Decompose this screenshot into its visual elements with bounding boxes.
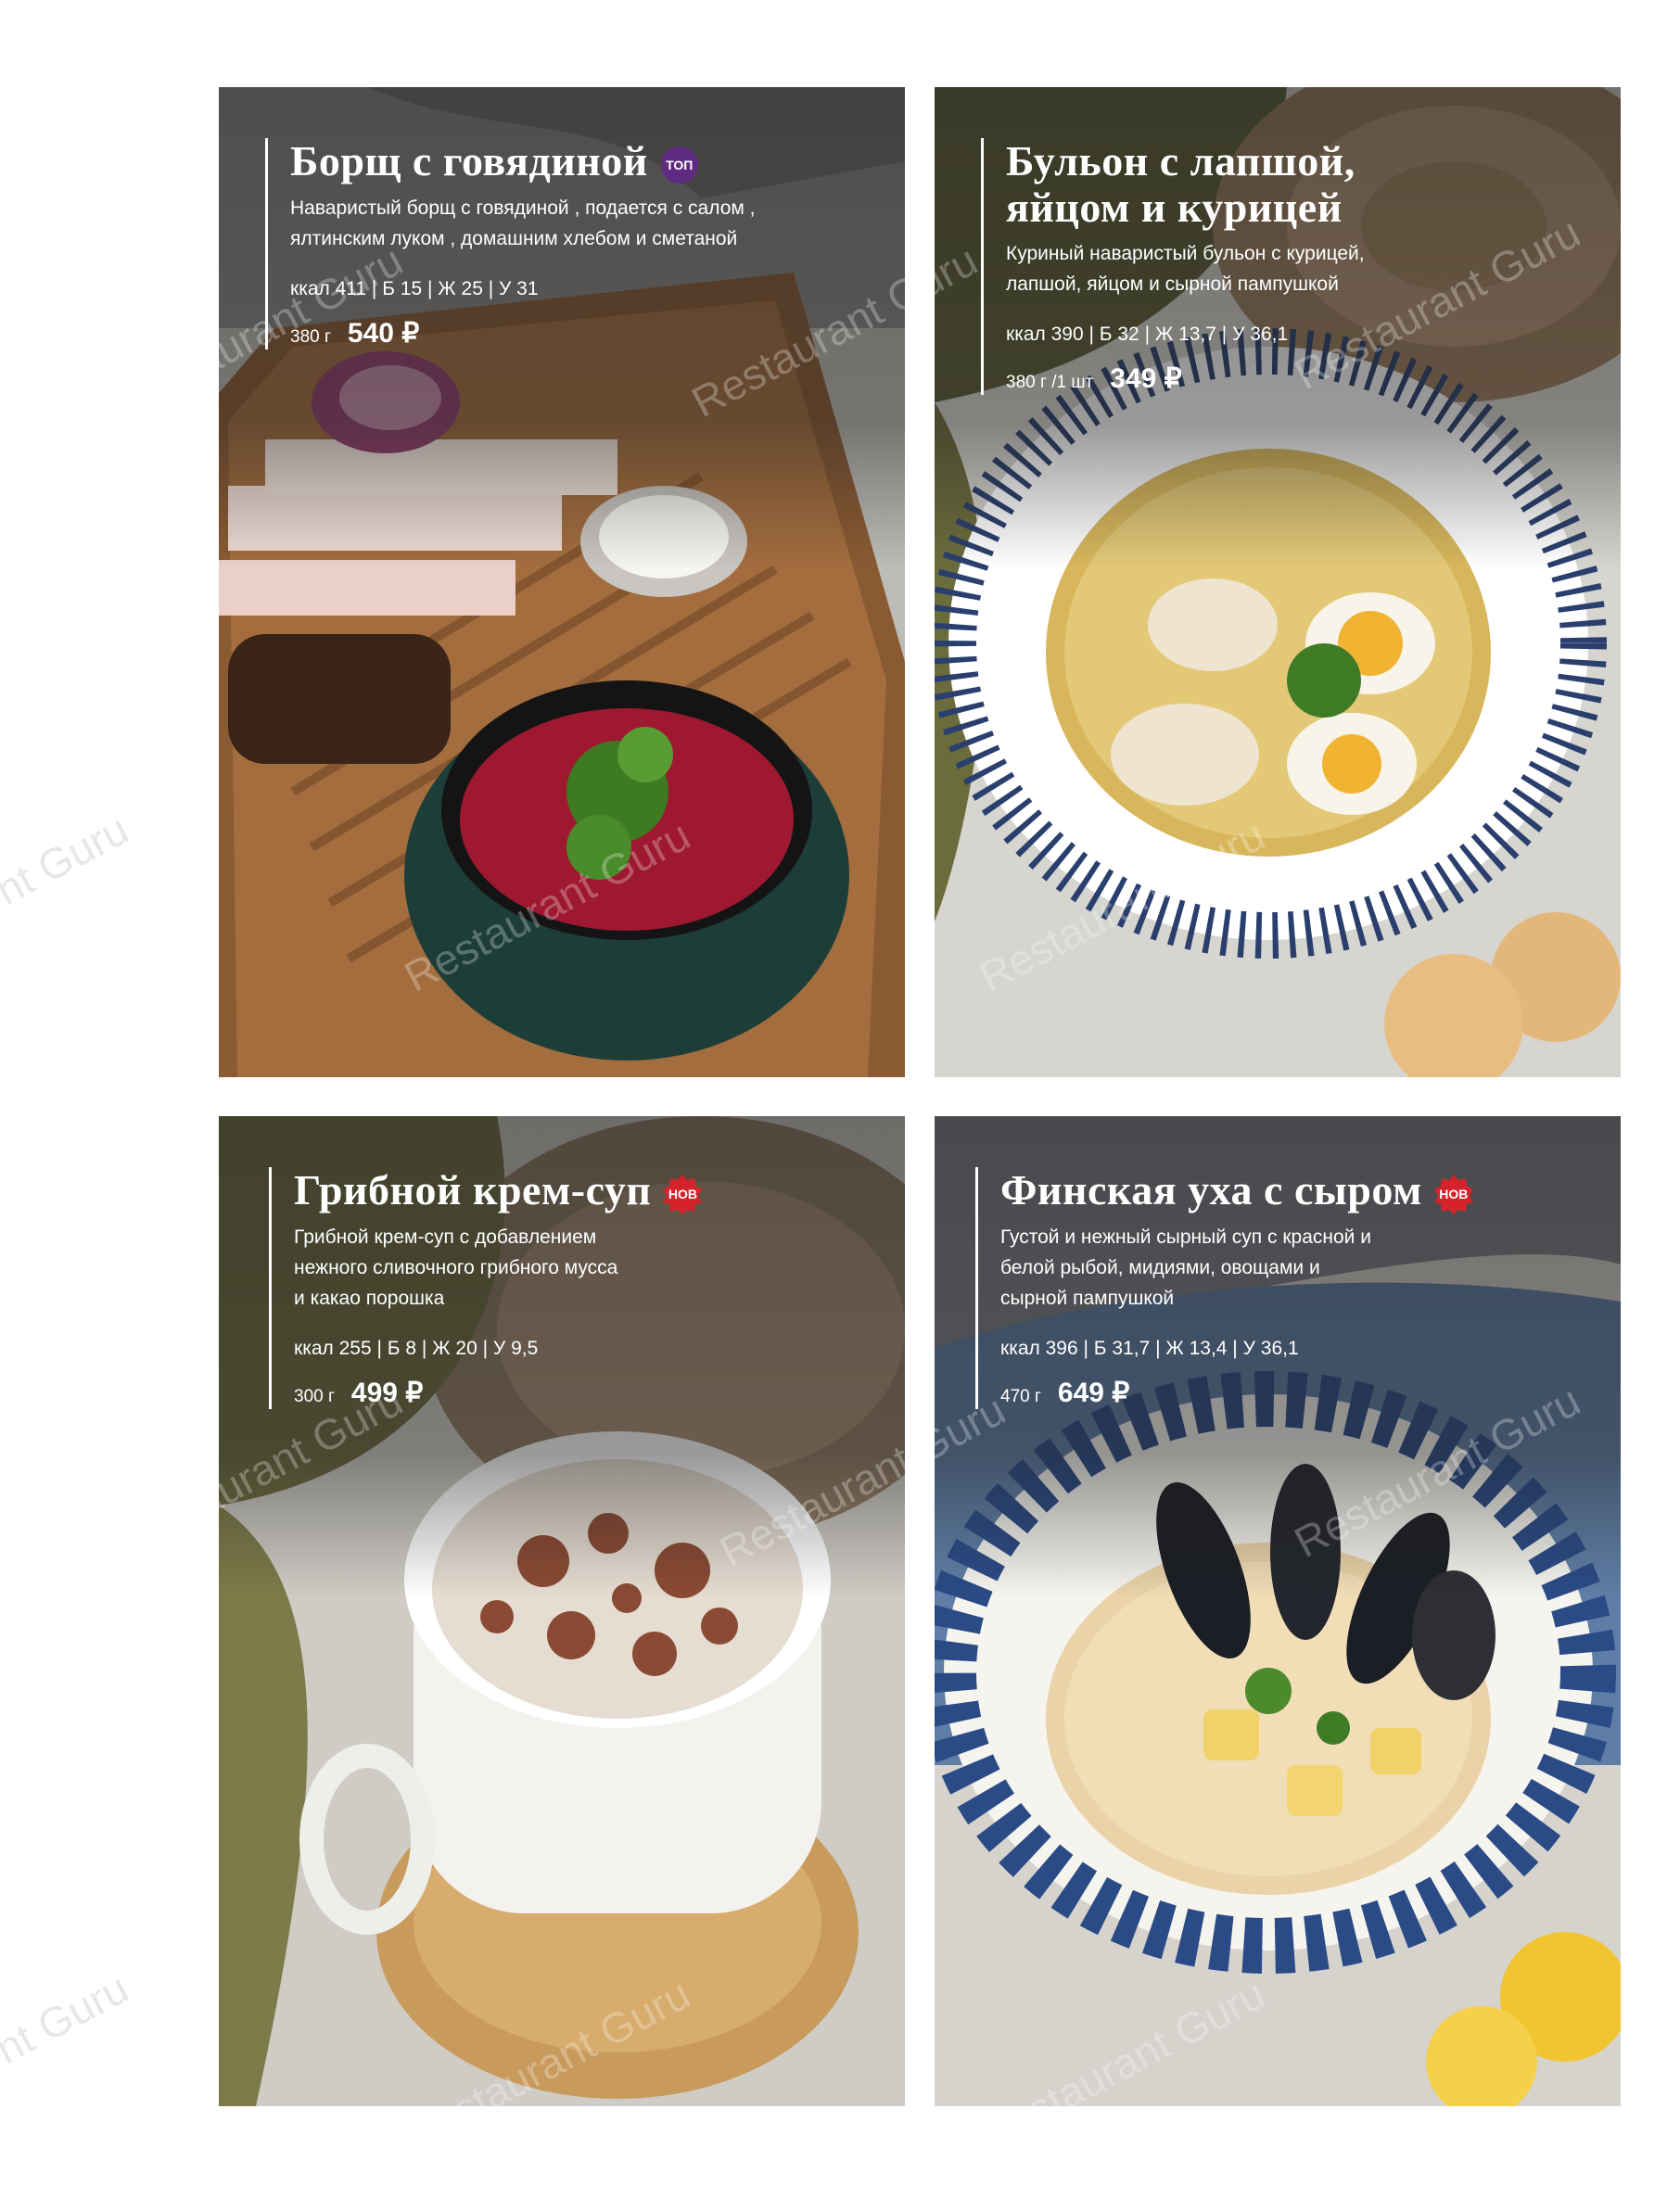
dish-description: Грибной крем-суп с добавлением нежного с…	[294, 1226, 618, 1309]
dish-description: Куриный наваристый бульон с курицей, лап…	[1006, 243, 1365, 295]
dish-info: Борщ с говядиной ТОП Наваристый борщ с го…	[265, 138, 809, 349]
dish-macros: ккал 411 | Б 15 | Ж 25 | У 31	[290, 278, 539, 299]
dish-title: Финская уха с сыром	[1000, 1166, 1422, 1213]
dish-card-finnish-fish-soup: Финская уха с сыром НОВ Густой и нежный с…	[935, 1116, 1621, 2106]
dish-macros: ккал 390 | Б 32 | Ж 13,7 | У 36,1	[1006, 324, 1289, 345]
dish-info: Финская уха с сыром НОВ Густой и нежный с…	[975, 1167, 1474, 1409]
dish-macros: ккал 396 | Б 31,7 | Ж 13,4 | У 36,1	[1000, 1338, 1299, 1359]
dish-price: 649 ₽	[1057, 1378, 1130, 1408]
dish-weight: 380 г /1 шт	[1006, 373, 1094, 392]
dish-price: 540 ₽	[347, 318, 420, 349]
dish-weight: 470 г	[1000, 1387, 1041, 1406]
dish-weight: 380 г	[290, 327, 331, 347]
dish-title: Бульон с лапшой, яйцом и курицей	[1006, 137, 1355, 231]
dish-card-broth: Бульон с лапшой, яйцом и курицей Куриный…	[935, 87, 1621, 1077]
dish-card-mushroom-soup: Грибной крем-суп НОВ Грибной крем-суп с д…	[219, 1116, 905, 2106]
new-badge: НОВ	[662, 1174, 703, 1214]
dish-info: Грибной крем-суп НОВ Грибной крем-суп с д…	[269, 1167, 703, 1409]
top-badge: ТОП	[659, 145, 700, 185]
new-badge: НОВ	[1433, 1174, 1474, 1214]
dish-card-borscht: Борщ с говядиной ТОП Наваристый борщ с го…	[219, 87, 905, 1077]
dish-price: 349 ₽	[1110, 363, 1182, 394]
watermark-text: nt Guru	[0, 1963, 136, 2073]
dish-description: Наваристый борщ с говядиной , подается с…	[290, 197, 756, 249]
dish-title: Грибной крем-суп	[294, 1166, 652, 1213]
dish-description: Густой и нежный сырный суп с красной и б…	[1000, 1226, 1371, 1309]
dish-title: Борщ с говядиной	[290, 137, 648, 184]
dish-price: 499 ₽	[350, 1378, 424, 1408]
dish-weight: 300 г	[294, 1387, 335, 1406]
dish-info: Бульон с лапшой, яйцом и курицей Куриный…	[981, 138, 1432, 395]
watermark-text: nt Guru	[0, 805, 136, 914]
dish-macros: ккал 255 | Б 8 | Ж 20 | У 9,5	[294, 1338, 539, 1359]
